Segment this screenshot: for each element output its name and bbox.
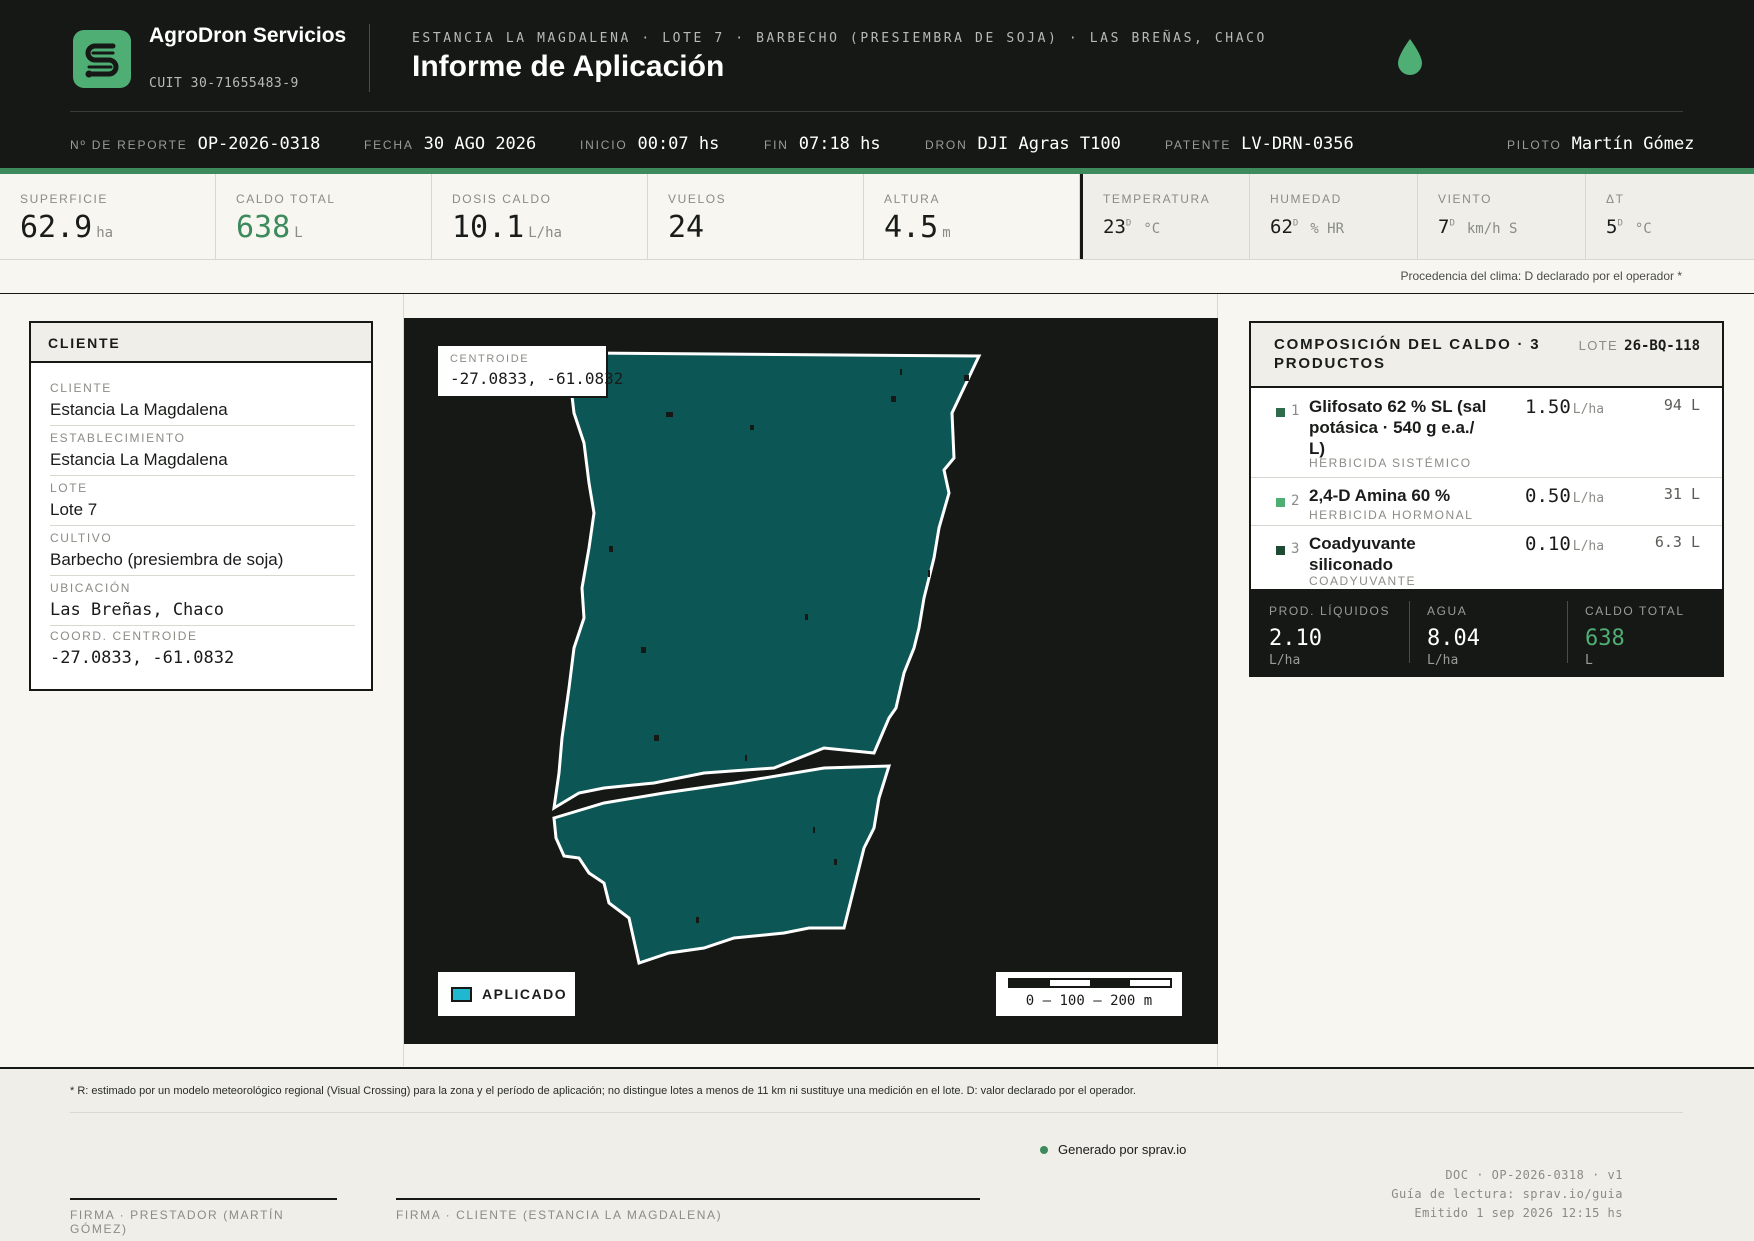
status-dot-icon [1040, 1145, 1048, 1154]
client-row-coord: COORD. CENTROIDE -27.0833, -61.0832 [50, 629, 235, 668]
composition-summary: PROD. LÍQUIDOS 2.10 L/ha AGUA 8.04 L/ha … [1251, 589, 1722, 675]
client-row-establecimiento: ESTABLECIMIENTO Estancia La Magdalena [50, 431, 355, 476]
map-legend: APLICADO [436, 970, 577, 1018]
client-panel: CLIENTE CLIENTE Estancia La Magdalena EST… [29, 321, 373, 691]
report-footer: * R: estimado por un modelo meteorológic… [0, 1067, 1754, 1241]
meta-patente: PATENTE LV-DRN-0356 [1165, 134, 1354, 154]
composition-panel: COMPOSICIÓN DEL CALDO · 3 PRODUCTOS LOTE… [1249, 321, 1724, 677]
header-rule [70, 111, 1683, 112]
summary-agua: AGUA 8.04 L/ha [1427, 604, 1480, 668]
meta-fecha: FECHA 30 AGO 2026 [364, 134, 537, 154]
header-divider [369, 24, 370, 92]
field-polygon [552, 351, 982, 965]
stat-humedad: HUMEDAD 62D% HR [1250, 174, 1418, 259]
composition-header: COMPOSICIÓN DEL CALDO · 3 PRODUCTOS LOTE… [1251, 323, 1722, 388]
weather-separator [1080, 174, 1083, 259]
meta-report: Nº DE REPORTE OP-2026-0318 [70, 134, 321, 154]
generated-by: Generado por sprav.io [1040, 1142, 1186, 1157]
meta-inicio: INICIO 00:07 hs [580, 134, 720, 154]
brand-logo-icon [73, 30, 131, 88]
summary-caldo-total: CALDO TOTAL 638 L [1585, 604, 1685, 668]
product-row: 1 Glifosato 62 % SL (sal potásica · 540 … [1251, 388, 1722, 478]
stat-delta-t: ΔT 5D °C [1586, 174, 1754, 259]
field-map[interactable]: CENTROIDE -27.0833, -61.0832 APLICADO 0 … [404, 318, 1218, 1044]
water-drop-icon [1396, 38, 1424, 81]
product-row: 3 Coadyuvante siliconado COADYUVANTE 0.1… [1251, 526, 1722, 589]
signature-prestador: FIRMA · PRESTADOR (MARTÍN GÓMEZ) [70, 1198, 337, 1236]
applied-swatch [451, 986, 472, 1002]
centroid-box: CENTROIDE -27.0833, -61.0832 [436, 344, 623, 398]
map-scale-bar: 0 — 100 — 200 m [994, 970, 1184, 1018]
client-panel-title: CLIENTE [31, 323, 371, 363]
client-row-cliente: CLIENTE Estancia La Magdalena [50, 381, 355, 426]
client-row-cultivo: CULTIVO Barbecho (presiembra de soja) [50, 531, 355, 576]
clima-note: Procedencia del clima: D declarado por e… [1400, 269, 1683, 283]
page-title: Informe de Aplicación [412, 50, 725, 83]
signature-cliente: FIRMA · CLIENTE (ESTANCIA LA MAGDALENA) [396, 1198, 980, 1222]
meta-fin: FIN 07:18 hs [764, 134, 881, 154]
breadcrumb: ESTANCIA LA MAGDALENA · LOTE 7 · BARBECH… [412, 31, 1267, 46]
document-meta: DOC · OP-2026-0318 · v1 Guía de lectura:… [1391, 1168, 1623, 1220]
report-header: AgroDron Servicios CUIT 30-71655483-9 ES… [0, 0, 1754, 174]
composition-title: COMPOSICIÓN DEL CALDO · 3 PRODUCTOS [1274, 336, 1541, 372]
stat-caldo-total: CALDO TOTAL 638 L [216, 174, 432, 259]
stat-temperatura: TEMPERATURA 23D °C [1083, 174, 1250, 259]
client-row-ubicacion: UBICACIÓN Las Breñas, Chaco [50, 581, 355, 626]
stat-vuelos: VUELOS 24 [648, 174, 864, 259]
stat-viento: VIENTO 7D km/h S [1418, 174, 1586, 259]
brand-name: AgroDron Servicios [149, 24, 347, 47]
stats-rule [0, 259, 1754, 260]
stat-dosis-caldo: DOSIS CALDO 10.1 L/ha [432, 174, 648, 259]
brand-cuit: CUIT 30-71655483-9 [149, 76, 299, 91]
product-color-icon [1276, 546, 1285, 555]
footer-rule [70, 1112, 1683, 1113]
footnote: * R: estimado por un modelo meteorológic… [70, 1085, 1136, 1097]
meta-dron: DRON DJI Agras T100 [925, 134, 1121, 154]
composition-lote: LOTE 26-BQ-118 [1578, 338, 1700, 354]
meta-piloto: PILOTO Martín Gómez [1507, 134, 1695, 154]
product-row: 2 2,4-D Amina 60 % HERBICIDA HORMONAL 0.… [1251, 478, 1722, 526]
stat-superficie: SUPERFICIE 62.9 ha [0, 174, 216, 259]
summary-liquidos: PROD. LÍQUIDOS 2.10 L/ha [1269, 604, 1391, 668]
stat-altura: ALTURA 4.5 m [864, 174, 1080, 259]
product-color-icon [1276, 498, 1285, 507]
stats-strip: SUPERFICIE 62.9 ha CALDO TOTAL 638 L DOSIS… [0, 174, 1754, 259]
product-color-icon [1276, 408, 1285, 417]
client-row-lote: LOTE Lote 7 [50, 481, 355, 526]
